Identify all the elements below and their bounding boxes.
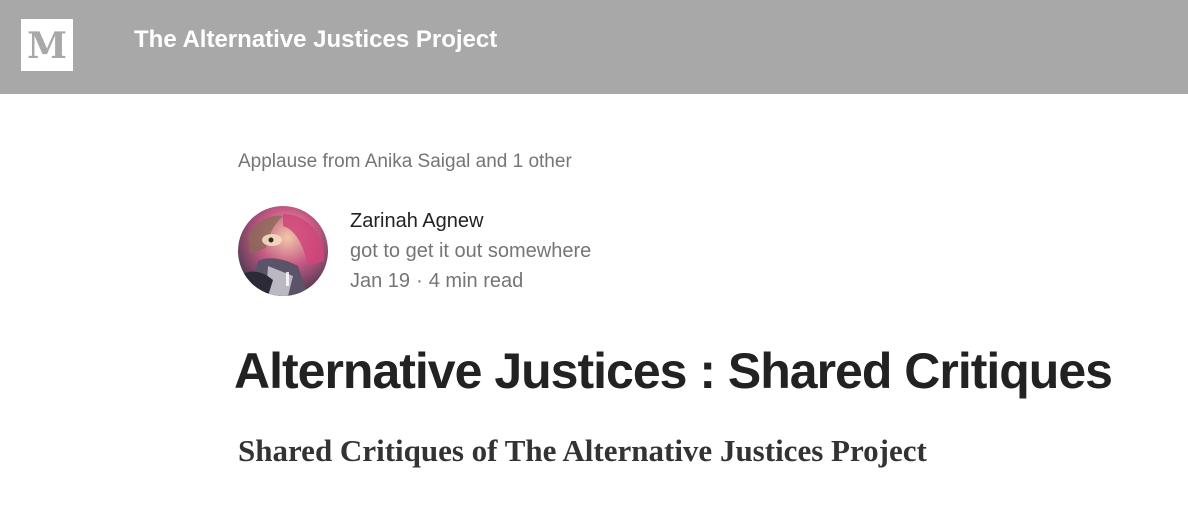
author-name-link[interactable]: Zarinah Agnew <box>350 210 483 233</box>
top-bar: M The Alternative Justices Project <box>0 0 1188 94</box>
read-time: 4 min read <box>428 270 524 292</box>
post-subtitle: Shared Critiques of The Alternative Just… <box>238 433 927 468</box>
avatar-image-icon <box>238 206 328 296</box>
post-meta: Jan 19 · 4 min read <box>350 270 523 293</box>
logo-letter: M <box>27 25 67 67</box>
medium-logo-icon[interactable]: M <box>21 19 73 71</box>
author-avatar[interactable] <box>238 206 328 296</box>
meta-separator: · <box>416 270 423 292</box>
post-date[interactable]: Jan 19 <box>350 270 410 292</box>
publication-name-link[interactable]: The Alternative Justices Project <box>134 26 497 54</box>
author-bio: got to get it out somewhere <box>350 240 592 262</box>
applause-text: Applause from Anika Saigal and 1 other <box>238 151 572 172</box>
post-title: Alternative Justices : Shared Critiques <box>234 343 1113 399</box>
